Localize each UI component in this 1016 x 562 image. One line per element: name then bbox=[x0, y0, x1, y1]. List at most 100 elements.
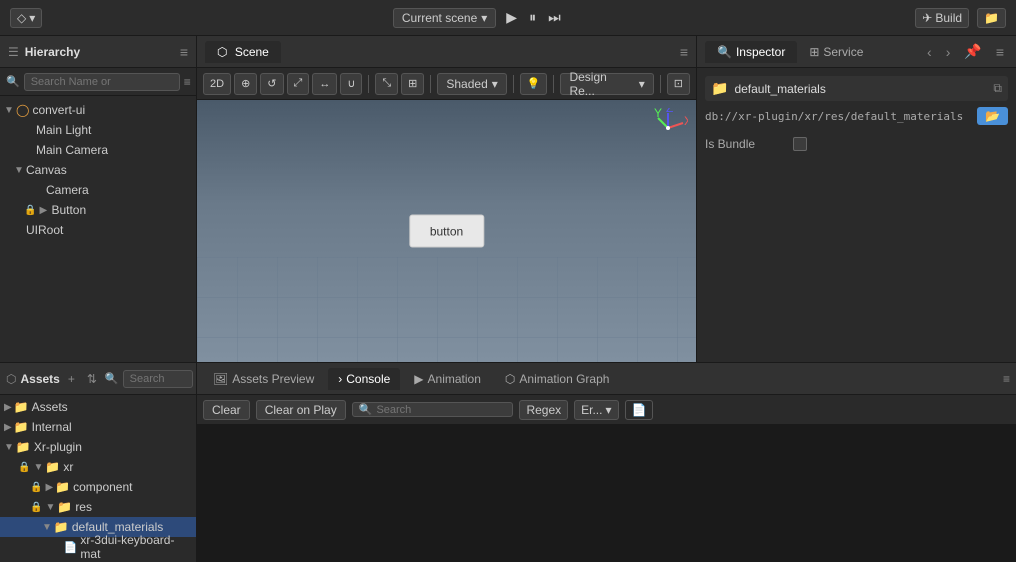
folder-name: default_materials bbox=[734, 82, 987, 96]
path-text: db://xr-plugin/xr/res/default_materials bbox=[705, 110, 971, 123]
clear-button[interactable]: Clear bbox=[203, 400, 250, 420]
bottom-panel: ⬡ Assets + ⇅ 🔍 ☰ ↺ ≡ ▶ 📁 Assets ▶ 📁 bbox=[0, 362, 1016, 562]
assets-item-assets[interactable]: ▶ 📁 Assets bbox=[0, 397, 196, 417]
inspector-menu-icon[interactable]: ≡ bbox=[992, 42, 1008, 62]
tree-item-uiroot[interactable]: ▶ UIRoot bbox=[0, 220, 196, 240]
expand-arrow-icon: ▼ bbox=[4, 105, 14, 116]
chevron-down-icon: ▾ bbox=[605, 403, 611, 417]
animation-graph-icon: ⬡ bbox=[505, 372, 515, 386]
layout-button[interactable]: ⊞ bbox=[401, 73, 424, 95]
assets-item-label: xr-3dui-keyboard-mat bbox=[80, 533, 192, 561]
hierarchy-search-input[interactable] bbox=[24, 73, 180, 91]
lock-icon: 🔒 bbox=[30, 482, 42, 493]
scene-controls: Current scene ▾ ▶ ⏸ ⏭ bbox=[393, 7, 565, 28]
scene-menu-icon[interactable]: ≡ bbox=[680, 44, 688, 60]
forward-button[interactable]: › bbox=[942, 42, 955, 62]
folder-copy-icon[interactable]: ⧉ bbox=[993, 81, 1002, 96]
top-bar: ◇ ▾ Current scene ▾ ▶ ⏸ ⏭ ✈ Build 📁 bbox=[0, 0, 1016, 36]
bottom-area: ⬡ Assets + ⇅ 🔍 ☰ ↺ ≡ ▶ 📁 Assets ▶ 📁 bbox=[0, 363, 1016, 562]
2d-button[interactable]: 2D bbox=[203, 73, 231, 95]
scene-tab[interactable]: ⬡ Scene bbox=[205, 41, 281, 63]
scene-dropdown[interactable]: Current scene ▾ bbox=[393, 8, 496, 28]
pause-button[interactable]: ⏸ bbox=[525, 7, 540, 28]
inspector-pin-icon[interactable]: 📌 bbox=[960, 41, 985, 62]
build-button[interactable]: ✈ Build bbox=[915, 8, 969, 28]
tree-item-label: Canvas bbox=[26, 163, 67, 177]
light-button[interactable]: 💡 bbox=[520, 73, 548, 95]
console-search-icon: 🔍 bbox=[359, 403, 373, 416]
animation-tab[interactable]: ▶ Animation bbox=[404, 368, 491, 390]
assets-search-input[interactable] bbox=[123, 370, 193, 388]
transform-button[interactable]: ∪ bbox=[340, 73, 362, 95]
is-bundle-checkbox[interactable] bbox=[793, 137, 807, 151]
tree-item-convert-ui[interactable]: ▼ ◯ convert-ui bbox=[0, 100, 196, 120]
list-icon[interactable]: ≡ bbox=[184, 75, 191, 89]
hierarchy-menu-icon[interactable]: ≡ bbox=[180, 44, 188, 60]
chevron-icon: ▾ bbox=[29, 11, 35, 25]
tree-item-main-camera[interactable]: ▶ Main Camera bbox=[0, 140, 196, 160]
frame-button[interactable]: ⤡ bbox=[375, 73, 398, 95]
hierarchy-header: ☰ Hierarchy ≡ bbox=[0, 36, 196, 68]
step-button[interactable]: ⏭ bbox=[544, 7, 565, 28]
console-label: Console bbox=[346, 372, 390, 386]
hierarchy-panel: ☰ Hierarchy ≡ 🔍 ≡ ▼ ◯ convert-ui ▶ Main … bbox=[0, 36, 197, 362]
assets-item-keyboard-mat[interactable]: ▶ 📄 xr-3dui-keyboard-mat bbox=[0, 537, 196, 557]
scene-view[interactable]: button X Y Z bbox=[197, 100, 696, 362]
hierarchy-search-bar: 🔍 ≡ bbox=[0, 68, 196, 96]
scene-toolbar: 2D ⊕ ↺ ⤢ ↔ ∪ ⤡ ⊞ Shaded ▾ 💡 Design Re...… bbox=[197, 68, 696, 100]
assets-item-component[interactable]: 🔒 ▶ 📁 component bbox=[0, 477, 196, 497]
hierarchy-title: Hierarchy bbox=[25, 45, 174, 59]
shaded-dropdown[interactable]: Shaded ▾ bbox=[437, 73, 506, 95]
assets-panel: ⬡ Assets + ⇅ 🔍 ☰ ↺ ≡ ▶ 📁 Assets ▶ 📁 bbox=[0, 363, 197, 562]
rect-button[interactable]: ↔ bbox=[312, 73, 337, 95]
scene-tabs: ⬡ Scene ≡ bbox=[197, 36, 696, 68]
play-button[interactable]: ▶ bbox=[502, 7, 521, 28]
console-file-button[interactable]: 📄 bbox=[625, 400, 654, 420]
animation-graph-label: Animation Graph bbox=[519, 372, 609, 386]
path-open-button[interactable]: 📂 bbox=[977, 107, 1008, 125]
scale-button[interactable]: ⤢ bbox=[287, 73, 310, 95]
logo-button[interactable]: ◇ ▾ bbox=[10, 8, 42, 28]
console-content bbox=[197, 425, 1016, 562]
inspector-tab[interactable]: 🔍 Inspector bbox=[705, 41, 797, 63]
tree-item-camera[interactable]: ▶ Camera bbox=[0, 180, 196, 200]
hierarchy-icon: ☰ bbox=[8, 45, 19, 59]
folder-button[interactable]: 📁 bbox=[977, 8, 1006, 28]
assets-tree: ▶ 📁 Assets ▶ 📁 Internal ▼ 📁 Xr-plugin 🔒 … bbox=[0, 395, 196, 562]
assets-item-xr-plugin[interactable]: ▼ 📁 Xr-plugin bbox=[0, 437, 196, 457]
rotate-button[interactable]: ↺ bbox=[260, 73, 283, 95]
assets-item-res[interactable]: 🔒 ▼ 📁 res bbox=[0, 497, 196, 517]
assets-icon: ⬡ bbox=[6, 372, 16, 386]
assets-title: Assets bbox=[20, 372, 59, 386]
file-icon: 📄 bbox=[64, 541, 78, 554]
folder-icon: 📁 bbox=[54, 520, 69, 534]
inspector-nav: ‹ › 📌 ≡ bbox=[923, 41, 1008, 62]
move-button[interactable]: ⊕ bbox=[234, 73, 257, 95]
design-dropdown[interactable]: Design Re... ▾ bbox=[560, 73, 653, 95]
assets-preview-icon: 🖼 bbox=[213, 372, 228, 386]
assets-preview-tab[interactable]: 🖼 Assets Preview bbox=[203, 368, 324, 390]
console-search-input[interactable] bbox=[376, 404, 506, 416]
assets-item-xr[interactable]: 🔒 ▼ 📁 xr bbox=[0, 457, 196, 477]
tree-item-main-light[interactable]: ▶ Main Light bbox=[0, 120, 196, 140]
clear-on-play-button[interactable]: Clear on Play bbox=[256, 400, 346, 420]
toolbar-separator-5 bbox=[660, 75, 661, 93]
svg-text:X: X bbox=[684, 114, 688, 128]
console-tab[interactable]: › Console bbox=[328, 368, 400, 390]
tree-item-label: Camera bbox=[46, 183, 89, 197]
add-asset-button[interactable]: + bbox=[64, 370, 79, 388]
tree-item-button[interactable]: 🔒 ▶ Button bbox=[0, 200, 196, 220]
inspector-content: 📁 default_materials ⧉ db://xr-plugin/xr/… bbox=[697, 68, 1016, 362]
regex-button[interactable]: Regex bbox=[519, 400, 568, 420]
error-filter-dropdown[interactable]: Er... ▾ bbox=[574, 400, 618, 420]
animation-graph-tab[interactable]: ⬡ Animation Graph bbox=[495, 368, 620, 390]
expand-arrow-icon: ▼ bbox=[14, 165, 24, 176]
tree-item-canvas[interactable]: ▼ Canvas bbox=[0, 160, 196, 180]
scene-ui-button[interactable]: button bbox=[409, 215, 484, 248]
console-menu-icon[interactable]: ≡ bbox=[1003, 372, 1010, 386]
assets-item-internal[interactable]: ▶ 📁 Internal bbox=[0, 417, 196, 437]
service-tab[interactable]: ⊞ Service bbox=[797, 41, 875, 63]
back-button[interactable]: ‹ bbox=[923, 42, 936, 62]
more-button[interactable]: ⊡ bbox=[667, 73, 690, 95]
collapse-button[interactable]: ⇅ bbox=[83, 370, 101, 388]
